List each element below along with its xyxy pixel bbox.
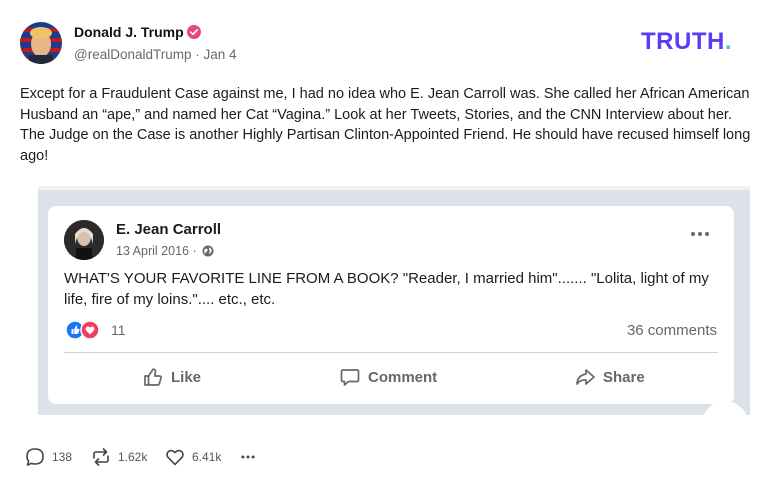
more-horizontal-icon [691, 232, 709, 236]
actions-divider [64, 352, 718, 353]
fb-author-avatar [64, 220, 104, 260]
like-count: 6.41k [192, 450, 222, 464]
comments-count: 36 comments [626, 322, 717, 339]
author-handle-line: @realDonaldTrump · Jan 4 [74, 47, 237, 62]
more-options-button[interactable] [240, 446, 262, 468]
more-horizontal-icon [241, 455, 255, 459]
retruth-count: 1.62k [118, 450, 148, 464]
post-text: Except for a Fraudulent Case against me,… [20, 86, 751, 164]
fb-post-date: 13 April 2016 · [116, 244, 197, 258]
retruth-button[interactable]: 1.62k [90, 446, 147, 468]
comment-bubble-icon [340, 369, 360, 386]
retruth-icon [93, 448, 109, 466]
embedded-screenshot[interactable]: E. Jean Carroll 13 April 2016 · WHAT'S Y… [38, 186, 750, 415]
fb-comment-action: Comment [339, 362, 437, 392]
post-date[interactable]: Jan 4 [204, 47, 237, 62]
verified-badge-icon [187, 25, 201, 39]
fb-like-action: Like [142, 362, 201, 392]
heart-icon [166, 449, 184, 466]
fb-share-label: Share [603, 368, 645, 386]
fb-author-name: E. Jean Carroll [116, 221, 222, 238]
reactions-icon [66, 320, 100, 340]
facebook-post-card: E. Jean Carroll 13 April 2016 · WHAT'S Y… [48, 206, 734, 404]
thumbs-up-icon [144, 368, 162, 386]
logo-dot: . [724, 28, 732, 55]
like-button[interactable]: 6.41k [164, 446, 221, 468]
author-handle[interactable]: @realDonaldTrump [74, 47, 192, 62]
reply-bubble-icon [26, 448, 44, 466]
share-arrow-icon [576, 369, 595, 385]
screenshot-top-strip [38, 186, 750, 190]
reaction-count: 11 [111, 322, 126, 338]
meta-separator: · [191, 47, 204, 62]
fb-post-text: WHAT'S YOUR FAVORITE LINE FROM A BOOK? "… [64, 270, 709, 308]
truth-logo: TRUTH. [641, 28, 732, 56]
fb-comment-label: Comment [368, 368, 438, 386]
author-avatar[interactable] [20, 22, 62, 64]
globe-icon [202, 245, 214, 257]
reply-count: 138 [52, 450, 73, 464]
fb-share-action: Share [574, 362, 645, 392]
author-name[interactable]: Donald J. Trump [74, 24, 184, 40]
reply-button[interactable]: 138 [24, 446, 72, 468]
logo-text: TRUTH [641, 28, 725, 55]
fb-like-label: Like [171, 368, 202, 386]
